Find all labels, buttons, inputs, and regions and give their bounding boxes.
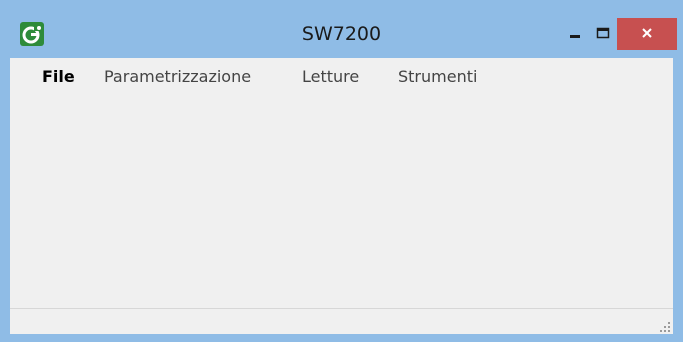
menu-bar: File Parametrizzazione Letture Strumenti bbox=[10, 58, 673, 96]
close-button[interactable] bbox=[617, 18, 677, 50]
menu-parametrizzazione[interactable]: Parametrizzazione bbox=[104, 67, 251, 86]
client-area: File Parametrizzazione Letture Strumenti bbox=[10, 58, 673, 334]
menu-letture[interactable]: Letture bbox=[302, 67, 359, 86]
minimize-icon bbox=[568, 26, 582, 45]
application-window: SW7200 File Parametrizzazione Letture St… bbox=[0, 0, 683, 342]
status-bar bbox=[10, 308, 673, 334]
resize-grip-icon[interactable] bbox=[657, 318, 671, 332]
window-frame-bottom bbox=[0, 334, 683, 342]
title-bar[interactable]: SW7200 bbox=[0, 0, 683, 58]
maximize-icon bbox=[596, 26, 610, 45]
close-icon bbox=[640, 25, 654, 44]
minimize-button[interactable] bbox=[562, 20, 588, 50]
maximize-button[interactable] bbox=[590, 20, 616, 50]
menu-file[interactable]: File bbox=[42, 67, 75, 86]
menu-strumenti[interactable]: Strumenti bbox=[398, 67, 477, 86]
